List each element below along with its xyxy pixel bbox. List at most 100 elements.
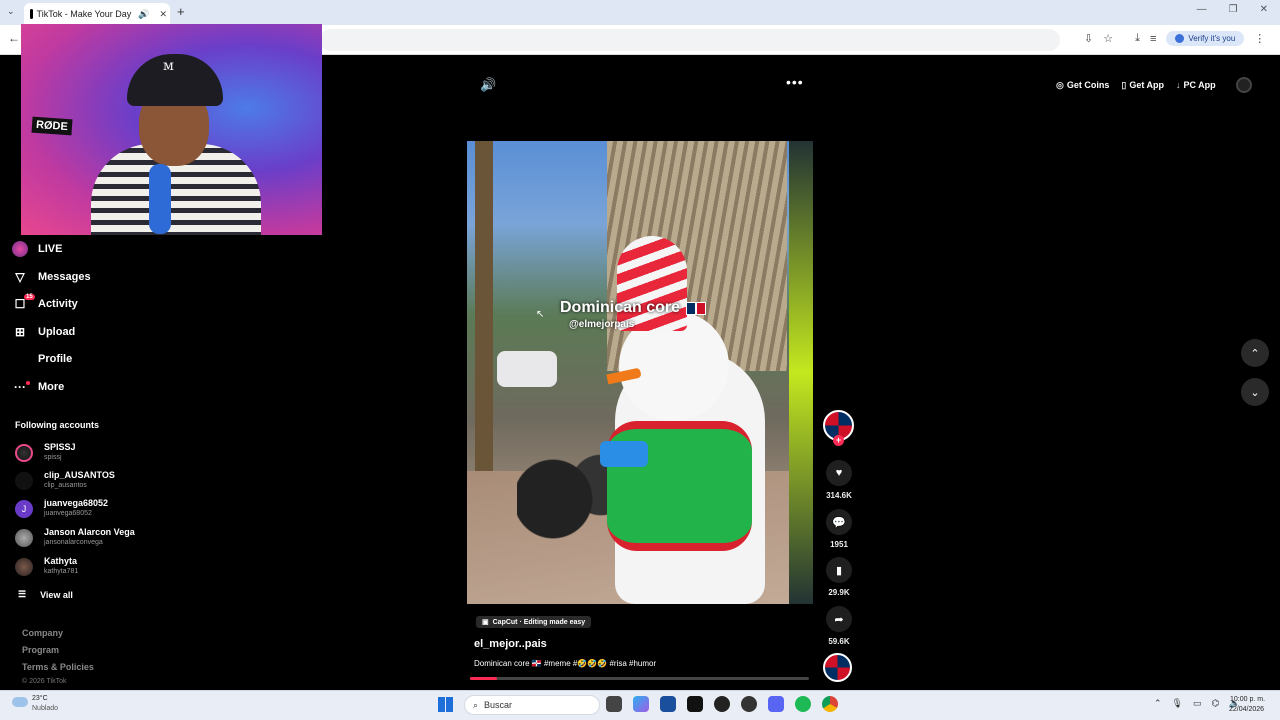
get-coins-button[interactable]: ◎ Get Coins [1056, 80, 1109, 91]
extensions-icon[interactable]: ≡ [1150, 33, 1156, 45]
app-icon[interactable] [741, 696, 757, 712]
following-account[interactable]: Kathyta kathyta781 [15, 555, 145, 581]
tab-title: TikTok - Make Your Day [36, 9, 132, 19]
browser-tab-bar [0, 0, 1280, 25]
sidebar-item-messages[interactable]: ▽ Messages [12, 266, 132, 288]
follow-plus-icon[interactable]: + [833, 435, 844, 446]
chevron-down-icon: ⌄ [1250, 386, 1260, 399]
obs-icon[interactable] [714, 696, 730, 712]
download-icon[interactable]: ⤓ [1135, 32, 1140, 45]
parked-car [497, 351, 557, 387]
task-view-icon[interactable] [606, 696, 622, 712]
clock-time[interactable]: 10:00 p. m. [1230, 696, 1265, 703]
music-disc-avatar[interactable] [823, 653, 852, 682]
previous-video-button[interactable]: ⌃ [1241, 339, 1269, 367]
footer-program-link[interactable]: Program [22, 645, 59, 655]
taskbar-apps [606, 696, 838, 712]
network-icon[interactable]: ⌬ [1212, 698, 1220, 709]
user-avatar[interactable] [1235, 77, 1252, 93]
video-description: Dominican core 🇩🇴 #meme #🤣🤣🤣 #risa #humo… [474, 659, 657, 668]
address-bar[interactable] [320, 29, 1060, 51]
browser-menu-icon[interactable]: ⋮ [1254, 32, 1265, 45]
view-all-link[interactable]: ☰ View all [18, 589, 73, 600]
following-account[interactable]: clip_AUSANTOS clip_ausantos [15, 469, 145, 495]
following-account[interactable]: J juanvega68052 juanvega68052 [15, 497, 145, 523]
chrome-icon[interactable] [822, 696, 838, 712]
more-options-icon[interactable]: ••• [786, 74, 804, 90]
footer-terms-link[interactable]: Terms & Policies [22, 662, 94, 672]
account-name: Janson Alarcon Vega [44, 527, 135, 537]
capcut-app-icon[interactable] [687, 696, 703, 712]
close-tab-icon[interactable]: ✕ [156, 9, 170, 20]
sidebar-item-upload[interactable]: ⊞ Upload [12, 321, 132, 343]
next-video-button[interactable]: ⌄ [1241, 378, 1269, 406]
verify-label: Verify it's you [1188, 34, 1236, 43]
activity-badge: 15 [24, 294, 35, 300]
bookmark-icon: ▮ [826, 557, 852, 583]
upload-icon: ⊞ [14, 325, 26, 339]
bookmark-star-icon[interactable]: ☆ [1103, 32, 1113, 45]
weather-temperature[interactable]: 23°C [32, 695, 48, 702]
tab-list-icon[interactable]: ⌄ [7, 6, 15, 17]
sidebar-item-label: Messages [38, 271, 91, 283]
footer-company-link[interactable]: Company [22, 628, 63, 638]
more-icon: ··· [12, 380, 30, 394]
pc-app-button[interactable]: ↓ PC App [1176, 80, 1216, 90]
share-icon: ➦ [826, 606, 852, 632]
mic-tray-icon[interactable]: 🎙 [1172, 698, 1183, 709]
store-icon[interactable] [660, 696, 676, 712]
video-player[interactable] [467, 141, 813, 604]
notification-dot [26, 381, 30, 385]
save-button[interactable]: ▮ 29.9K [824, 557, 854, 597]
account-name: SPISSJ [44, 442, 76, 452]
sidebar-item-profile[interactable]: Profile [12, 348, 132, 370]
live-icon [12, 241, 28, 257]
account-name: clip_AUSANTOS [44, 470, 115, 480]
view-all-label: View all [40, 589, 73, 600]
spotify-icon[interactable] [795, 696, 811, 712]
get-app-button[interactable]: ▯ Get App [1121, 80, 1164, 91]
avatar [15, 558, 33, 576]
get-coins-label: Get Coins [1066, 79, 1110, 90]
copilot-icon[interactable] [633, 696, 649, 712]
sidebar-item-activity[interactable]: ☐ 15 Activity [12, 293, 132, 315]
install-app-icon[interactable]: ⇩ [1084, 32, 1093, 45]
coin-icon: ◎ [1056, 79, 1064, 90]
save-count: 29.9K [828, 588, 850, 597]
speaker-icon[interactable]: 🔊 [135, 9, 152, 20]
following-account[interactable]: SPISSJ spissj [15, 441, 145, 467]
volume-icon[interactable]: 🔊 [480, 77, 496, 93]
account-name: juanvega68052 [44, 498, 109, 508]
maximize-icon[interactable]: ❐ [1229, 4, 1238, 15]
video-author[interactable]: el_mejor..pais [474, 638, 547, 650]
account-name: Kathyta [44, 556, 78, 566]
video-progress-bar[interactable] [470, 677, 809, 680]
comment-count: 1951 [830, 540, 848, 549]
dominican-flag-icon [686, 301, 707, 315]
verify-profile-button[interactable]: Verify it's you [1166, 31, 1245, 46]
following-account[interactable]: Janson Alarcon Vega jansonalarconvega [15, 526, 145, 552]
display-icon[interactable]: ▭ [1193, 698, 1202, 709]
following-accounts-header: Following accounts [15, 420, 100, 430]
like-button[interactable]: ♥ 314.6K [824, 460, 854, 500]
cap-logo-icon: ᴍ [163, 58, 174, 74]
search-placeholder: Buscar [484, 700, 513, 710]
discord-icon[interactable] [768, 696, 784, 712]
browser-tab[interactable]: TikTok - Make Your Day 🔊 ✕ [24, 3, 170, 25]
messages-icon: ▽ [15, 270, 25, 284]
comment-button[interactable]: 💬 1951 [824, 509, 854, 549]
share-button[interactable]: ➦ 59.6K [824, 606, 854, 646]
chevron-up-tray-icon[interactable]: ⌃ [1154, 698, 1162, 709]
avatar: J [15, 500, 33, 518]
phone-icon: ▯ [1121, 79, 1127, 90]
minimize-icon[interactable]: — [1197, 4, 1207, 15]
close-window-icon[interactable]: ✕ [1260, 4, 1268, 15]
sidebar-item-more[interactable]: ··· More [12, 376, 132, 398]
windows-start-icon[interactable] [438, 697, 453, 712]
taskbar-search[interactable]: ⌕ Buscar [464, 695, 600, 715]
back-arrow-icon[interactable]: ← [8, 31, 20, 45]
sidebar-item-live[interactable]: LIVE [12, 238, 132, 260]
new-tab-icon[interactable]: + [177, 4, 185, 19]
copyright: © 2026 TikTok [22, 678, 67, 685]
capcut-tag[interactable]: ▣ CapCut · Editing made easy [476, 616, 592, 628]
